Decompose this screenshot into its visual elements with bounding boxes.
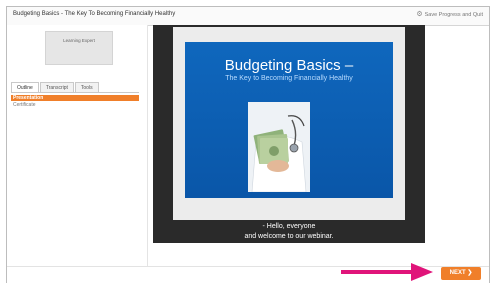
title-bar: Budgeting Basics - The Key To Becoming F… <box>7 7 489 26</box>
doctor-with-money-image <box>248 102 310 192</box>
presenter-label: Learning Expert <box>63 38 95 43</box>
presentation-slide: Budgeting Basics – The Key to Becoming F… <box>185 42 393 198</box>
outline-item-presentation[interactable]: Presentation <box>11 95 139 101</box>
video-player[interactable]: Budgeting Basics – The Key to Becoming F… <box>153 25 425 243</box>
course-player-window: Budgeting Basics - The Key To Becoming F… <box>6 6 490 285</box>
slide-title: Budgeting Basics – <box>224 57 354 74</box>
sidebar: Learning Expert Outline Transcript Tools… <box>7 25 148 266</box>
gear-icon: ⚙ <box>416 11 423 18</box>
next-label: NEXT <box>449 270 466 276</box>
outline-item-certificate[interactable]: Certificate <box>11 102 139 108</box>
tab-divider <box>11 92 139 93</box>
caption-line-1: - Hello, everyone <box>262 223 316 230</box>
arrow-right-icon <box>341 263 433 281</box>
slide-subtitle: The Key to Becoming Financially Healthy <box>225 75 353 82</box>
presenter-thumbnail: Learning Expert <box>45 31 113 65</box>
save-progress-label: Save Progress and Quit <box>424 11 483 18</box>
closed-caption: - Hello, everyone and welcome to our web… <box>153 222 425 242</box>
chevron-right-icon: ❯ <box>467 270 473 276</box>
caption-line-2: and welcome to our webinar. <box>244 233 334 240</box>
next-button[interactable]: NEXT ❯ <box>441 267 481 280</box>
slide-frame: Budgeting Basics – The Key to Becoming F… <box>173 27 405 220</box>
save-progress-button[interactable]: ⚙ Save Progress and Quit <box>416 11 483 18</box>
course-title: Budgeting Basics - The Key To Becoming F… <box>13 11 176 17</box>
